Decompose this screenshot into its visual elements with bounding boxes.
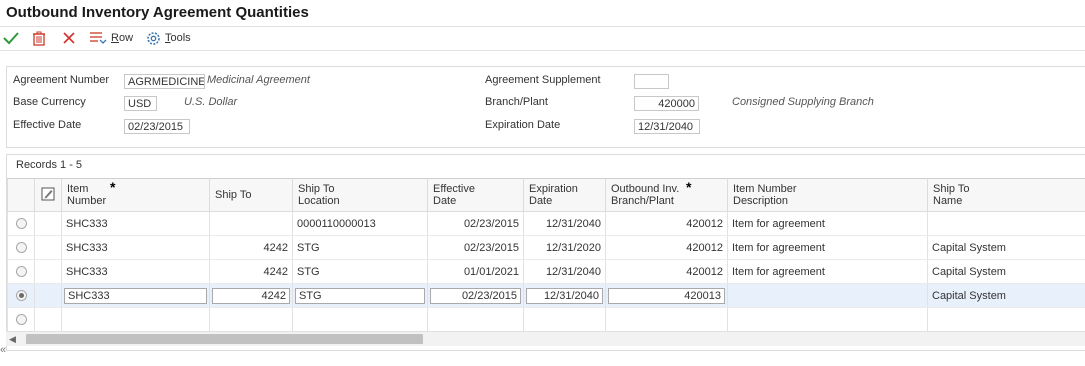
- branch-plant-description: Consigned Supplying Branch: [732, 96, 874, 108]
- collapse-panel-icon[interactable]: «: [0, 344, 10, 364]
- check-icon[interactable]: [2, 29, 20, 47]
- gear-icon: [147, 31, 160, 45]
- agreement-number-label: Agreement Number: [13, 74, 109, 86]
- required-marker: *: [110, 179, 116, 195]
- column-header-ship-to-name[interactable]: Ship To Name: [927, 178, 1085, 212]
- item-number-cell[interactable]: SHC333: [61, 211, 210, 236]
- table-row[interactable]: SHC333 4242 STG 01/01/2021 12/31/2040 42…: [7, 259, 1085, 284]
- row-select-radio[interactable]: [15, 290, 27, 301]
- branch-plant-cell[interactable]: 420012: [605, 211, 728, 236]
- base-currency-label: Base Currency: [13, 96, 86, 108]
- branch-plant-input[interactable]: 420013: [608, 287, 725, 304]
- expiration-date-input[interactable]: 12/31/2040: [526, 287, 603, 304]
- effective-date-cell[interactable]: 01/01/2021: [427, 259, 524, 284]
- row-menu-button[interactable]: Row: [89, 29, 133, 47]
- location-input[interactable]: STG: [295, 287, 425, 304]
- toolbar: Row Tools: [0, 27, 1085, 51]
- agreement-supplement-label: Agreement Supplement: [485, 74, 601, 86]
- header-form: Agreement Number AGRMEDICINE Medicinal A…: [6, 66, 1085, 148]
- row-list-icon: [90, 32, 107, 44]
- table-row-selected[interactable]: SHC333 4242 STG 02/23/2015 12/31/2040 42…: [7, 283, 1085, 308]
- location-cell[interactable]: STG: [292, 235, 428, 260]
- item-number-cell[interactable]: SHC333: [61, 259, 210, 284]
- column-header-item-description[interactable]: Item Number Description: [727, 178, 928, 212]
- tools-menu-button[interactable]: Tools: [146, 29, 191, 47]
- item-description-cell: Item for agreement: [727, 259, 928, 284]
- required-marker: *: [686, 179, 692, 195]
- column-header-ship-to-location[interactable]: Ship To Location: [292, 178, 428, 212]
- trash-icon[interactable]: [30, 29, 48, 47]
- scrollbar-thumb[interactable]: [26, 334, 423, 344]
- expiration-date-cell[interactable]: 12/31/2040: [523, 259, 606, 284]
- agreement-description: Medicinal Agreement: [207, 74, 310, 86]
- column-header-expiration-date[interactable]: Expiration Date: [523, 178, 606, 212]
- effective-date-field[interactable]: 02/23/2015: [124, 119, 190, 134]
- effective-date-cell[interactable]: 02/23/2015: [427, 235, 524, 260]
- ship-to-name-cell: [927, 211, 1085, 236]
- ship-to-name-cell: Capital System: [927, 235, 1085, 260]
- expiration-date-field[interactable]: 12/31/2040: [634, 119, 700, 134]
- records-count: Records 1 - 5: [16, 159, 83, 171]
- table-row[interactable]: SHC333 0000110000013 02/23/2015 12/31/20…: [7, 211, 1085, 236]
- row-menu-label: Row: [111, 32, 134, 44]
- grid-header-row: Item Number * Ship To Ship To Location Effe…: [7, 178, 1085, 212]
- agreement-number-field[interactable]: AGRMEDICINE: [124, 74, 205, 89]
- column-header-item-number[interactable]: Item Number *: [61, 178, 210, 212]
- ship-to-name-cell: Capital System: [927, 259, 1085, 284]
- branch-plant-cell[interactable]: 420012: [605, 259, 728, 284]
- close-icon[interactable]: [60, 29, 78, 47]
- agreement-supplement-field[interactable]: [634, 74, 669, 89]
- effective-date-label: Effective Date: [13, 119, 82, 131]
- location-cell[interactable]: 0000110000013: [292, 211, 428, 236]
- item-number-cell[interactable]: SHC333: [61, 235, 210, 260]
- ship-to-cell[interactable]: 4242: [209, 259, 293, 284]
- expiration-date-cell[interactable]: 12/31/2020: [523, 235, 606, 260]
- branch-plant-field[interactable]: 420000: [634, 96, 699, 111]
- row-edit-column-header[interactable]: [34, 178, 62, 212]
- records-grid: Records 1 - 5 Item Number * Ship To Ship T…: [6, 154, 1085, 351]
- item-number-input[interactable]: SHC333: [64, 287, 207, 304]
- effective-date-cell[interactable]: 02/23/2015: [427, 211, 524, 236]
- row-select-radio[interactable]: [15, 314, 27, 325]
- row-select-radio[interactable]: [15, 218, 27, 229]
- ship-to-cell[interactable]: [209, 211, 293, 236]
- branch-plant-cell[interactable]: 420012: [605, 235, 728, 260]
- item-description-cell: Item for agreement: [727, 211, 928, 236]
- table-row-empty[interactable]: [7, 307, 1085, 332]
- base-currency-field[interactable]: USD: [124, 96, 157, 111]
- item-description-cell: [727, 283, 928, 308]
- column-header-ship-to[interactable]: Ship To: [209, 178, 293, 212]
- effective-date-input[interactable]: 02/23/2015: [430, 287, 521, 304]
- expiration-date-label: Expiration Date: [485, 119, 561, 131]
- select-column-header: [7, 178, 35, 212]
- title-bar: Outbound Inventory Agreement Quantities: [0, 0, 1085, 27]
- grid-table: Item Number * Ship To Ship To Location Effe…: [7, 178, 1085, 332]
- row-select-radio[interactable]: [15, 266, 27, 277]
- row-select-radio[interactable]: [15, 242, 27, 253]
- ship-to-input[interactable]: 4242: [212, 287, 290, 304]
- page-title: Outbound Inventory Agreement Quantities: [6, 4, 309, 21]
- item-description-cell: Item for agreement: [727, 235, 928, 260]
- expiration-date-cell[interactable]: 12/31/2040: [523, 211, 606, 236]
- table-row[interactable]: SHC333 4242 STG 02/23/2015 12/31/2020 42…: [7, 235, 1085, 260]
- tools-menu-label: Tools: [165, 32, 191, 44]
- base-currency-description: U.S. Dollar: [184, 96, 238, 108]
- ship-to-name-cell: Capital System: [927, 283, 1085, 308]
- column-header-outbound-branch-plant[interactable]: Outbound Inv. Branch/Plant *: [605, 178, 728, 212]
- ship-to-cell[interactable]: 4242: [209, 235, 293, 260]
- horizontal-scrollbar[interactable]: ◀: [6, 331, 1085, 346]
- edit-icon: [41, 187, 55, 200]
- scroll-left-arrow-icon[interactable]: ◀: [9, 334, 16, 345]
- branch-plant-label: Branch/Plant: [485, 96, 548, 108]
- location-cell[interactable]: STG: [292, 259, 428, 284]
- column-header-effective-date[interactable]: Effective Date: [427, 178, 524, 212]
